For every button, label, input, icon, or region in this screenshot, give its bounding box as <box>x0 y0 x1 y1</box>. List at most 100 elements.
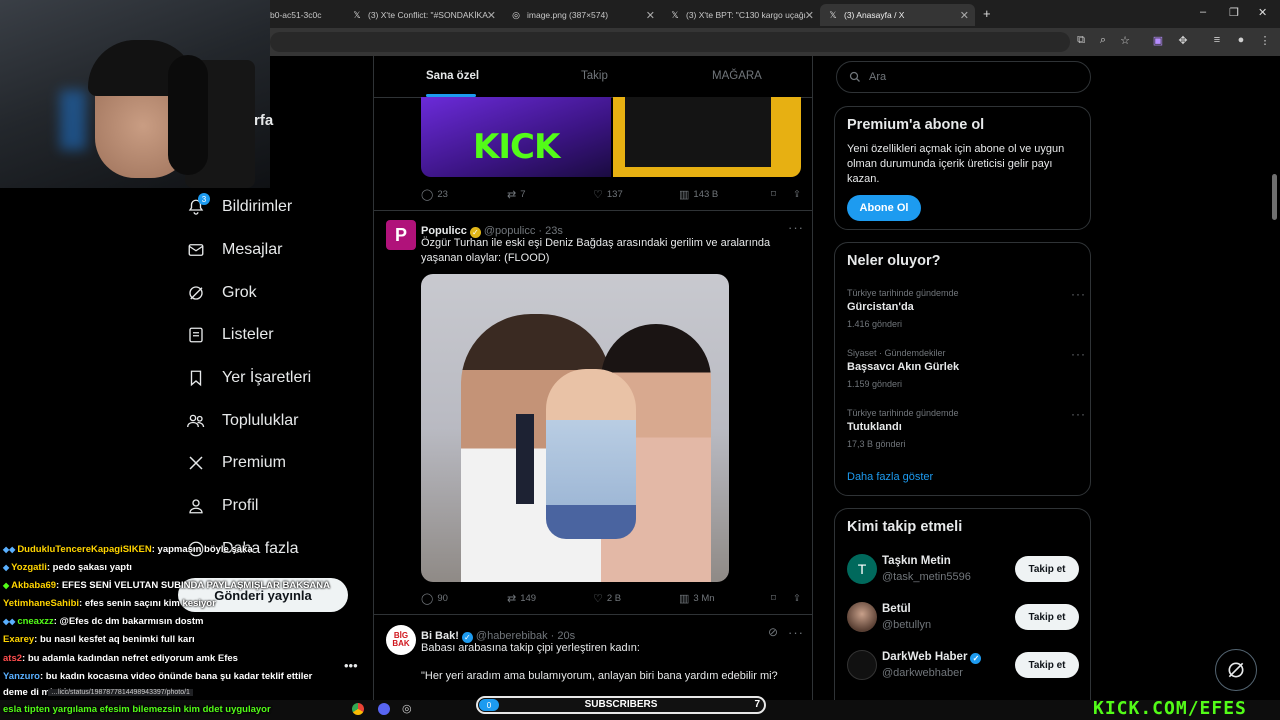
discord-icon[interactable] <box>378 703 390 715</box>
like-count: 137 <box>606 189 623 200</box>
who-to-follow-card: Kimi takip etmeli T Taşkın Metin @task_m… <box>834 508 1091 720</box>
user-name[interactable]: Taşkın Metin <box>882 555 951 567</box>
chat-message: Yanzuro: bu kadın kocasına video önünde … <box>3 671 312 682</box>
minimize-button[interactable]: – <box>1200 6 1206 18</box>
trend-more-icon[interactable]: ··· <box>1071 347 1086 361</box>
share-icon[interactable]: ⇪ <box>793 189 801 200</box>
chat-text: : @Efes dc dm bakarmısın dostm <box>53 616 204 627</box>
like-button[interactable]: ♡ 137 <box>593 188 679 201</box>
tab-magara[interactable]: MAĞARA <box>712 70 762 82</box>
nav-home-partial[interactable]: rfa <box>254 112 273 129</box>
nav-profile[interactable]: Profil <box>186 491 258 521</box>
avatar[interactable] <box>847 650 877 680</box>
grok-explain-icon[interactable]: ⊘ <box>768 625 779 639</box>
nav-messages[interactable]: Mesajlar <box>186 235 282 265</box>
tweet-more-icon[interactable]: ··· <box>788 625 804 640</box>
browser-tab-active[interactable]: 𝕏 (3) Anasayfa / X ✕ <box>820 4 975 26</box>
views-icon: ▥ <box>679 593 690 605</box>
tab-following[interactable]: Takip <box>581 70 608 82</box>
search-input[interactable]: Ara <box>836 61 1091 93</box>
obs-icon[interactable]: ◎ <box>402 702 412 715</box>
bookmark-icon[interactable]: ⌑ <box>771 593 793 604</box>
retweet-button[interactable]: ⇄ 7 <box>507 188 593 201</box>
media-icon[interactable]: ≡ <box>1209 34 1225 46</box>
trend-more-icon[interactable]: ··· <box>1071 287 1086 301</box>
close-icon[interactable]: ✕ <box>646 9 655 22</box>
views-button[interactable]: ▥ 3 Mn <box>679 592 771 605</box>
close-window-button[interactable]: ✕ <box>1258 6 1267 19</box>
webcam-overlay <box>0 0 270 188</box>
views-button[interactable]: ▥ 143 B <box>679 188 771 201</box>
trend-item[interactable]: Başsavcı Akın Gürlek <box>847 361 959 373</box>
close-icon[interactable]: ✕ <box>487 9 496 22</box>
trend-more-icon[interactable]: ··· <box>1071 407 1086 421</box>
reply-count: 23 <box>437 189 448 200</box>
nav-premium[interactable]: Premium <box>186 448 286 478</box>
chat-user: Yozgatli <box>11 562 47 573</box>
tweet-text-line: "Her yeri aradım ama bulamıyorum, anlaya… <box>421 670 778 682</box>
follow-button[interactable]: Takip et <box>1015 604 1079 630</box>
share-icon[interactable]: ⇪ <box>793 593 801 604</box>
trend-count: 1.159 gönderi <box>847 379 903 389</box>
new-tab-button[interactable]: + <box>983 6 991 21</box>
nav-bookmarks[interactable]: Yer İşaretleri <box>186 363 311 393</box>
bookmark-icon[interactable]: ⌑ <box>771 189 793 200</box>
nav-label: Bildirimler <box>222 198 293 215</box>
previous-tweet-image[interactable] <box>613 97 801 177</box>
follow-button[interactable]: Takip et <box>1015 652 1079 678</box>
tab-title: b0-ac51-3c0c <box>270 10 322 20</box>
star-icon[interactable]: ☆ <box>1117 34 1133 47</box>
premium-text-line: olman durumunda içerik üreticisi gelir p… <box>847 158 1053 170</box>
puzzle-icon[interactable]: ✥ <box>1175 34 1191 47</box>
browser-tab[interactable]: ◎ image.png (387×574) ✕ <box>503 4 661 26</box>
chrome-icon[interactable] <box>352 703 364 715</box>
trends-card: Neler oluyor? Türkiye tarihinde gündemde… <box>834 242 1091 496</box>
trend-item[interactable]: Gürcistan'da <box>847 301 914 313</box>
browser-tab[interactable]: 𝕏 (3) X'te Conflict: "#SONDAKİKA ✕ <box>344 4 502 26</box>
show-more-link[interactable]: Daha fazla göster <box>847 471 933 483</box>
account-more-icon[interactable]: ••• <box>344 658 358 673</box>
maximize-button[interactable]: ❐ <box>1229 6 1239 19</box>
profile-icon[interactable]: ● <box>1233 34 1249 46</box>
grok-fab-button[interactable] <box>1215 649 1257 691</box>
nav-communities[interactable]: Topluluklar <box>186 406 298 436</box>
user-name-row[interactable]: DarkWeb Haber ✓ <box>882 651 984 664</box>
user-name[interactable]: Betül <box>882 603 911 615</box>
avatar[interactable]: BİG BAK <box>386 625 416 655</box>
avatar[interactable]: P <box>386 220 416 250</box>
nav-notifications[interactable]: 3 Bildirimler <box>186 192 292 222</box>
trend-item[interactable]: Tutuklandı <box>847 421 902 433</box>
menu-kebab-icon[interactable]: ⋮ <box>1257 34 1273 47</box>
nav-grok[interactable]: Grok <box>186 278 257 308</box>
like-button[interactable]: ♡ 2 B <box>593 592 679 605</box>
tab-title: image.png (387×574) <box>527 10 609 20</box>
tweet-photo[interactable] <box>421 274 729 582</box>
retweet-button[interactable]: ⇄ 149 <box>507 592 593 605</box>
view-count: 143 B <box>693 189 719 200</box>
scrollbar[interactable] <box>1272 174 1277 220</box>
reply-count: 90 <box>437 593 448 604</box>
extension-icon[interactable]: ▣ <box>1150 34 1166 47</box>
avatar[interactable]: T <box>847 554 877 584</box>
chat-user: Exarey <box>3 634 35 645</box>
url-field[interactable] <box>270 32 1070 52</box>
follow-button[interactable]: Takip et <box>1015 556 1079 582</box>
chat-user: YetimhaneSahibi <box>3 598 80 609</box>
tweet-more-icon[interactable]: ··· <box>788 220 804 235</box>
install-icon[interactable]: ⧉ <box>1073 34 1089 47</box>
subscribe-button[interactable]: Abone Ol <box>847 195 921 221</box>
browser-tab[interactable]: b0-ac51-3c0c <box>262 4 344 26</box>
close-icon[interactable]: ✕ <box>960 9 969 22</box>
browser-tab[interactable]: 𝕏 (3) X'te BPT: "C130 kargo uçağı ✕ <box>662 4 820 26</box>
previous-tweet-image[interactable]: KICK <box>421 97 611 177</box>
nav-lists[interactable]: Listeler <box>186 320 274 350</box>
reply-button[interactable]: ◯ 23 <box>421 188 507 201</box>
zoom-icon[interactable]: ⌕ <box>1095 34 1111 47</box>
chat-text: esla tipten yargılama efesim bilemezsin … <box>3 704 271 715</box>
reply-button[interactable]: ◯ 90 <box>421 592 507 605</box>
trend-category: Türkiye tarihinde gündemde <box>847 408 959 418</box>
close-icon[interactable]: ✕ <box>805 9 814 22</box>
avatar[interactable] <box>847 602 877 632</box>
badge-icon: ◆◆ <box>3 617 16 626</box>
tab-for-you[interactable]: Sana özel <box>426 70 479 82</box>
